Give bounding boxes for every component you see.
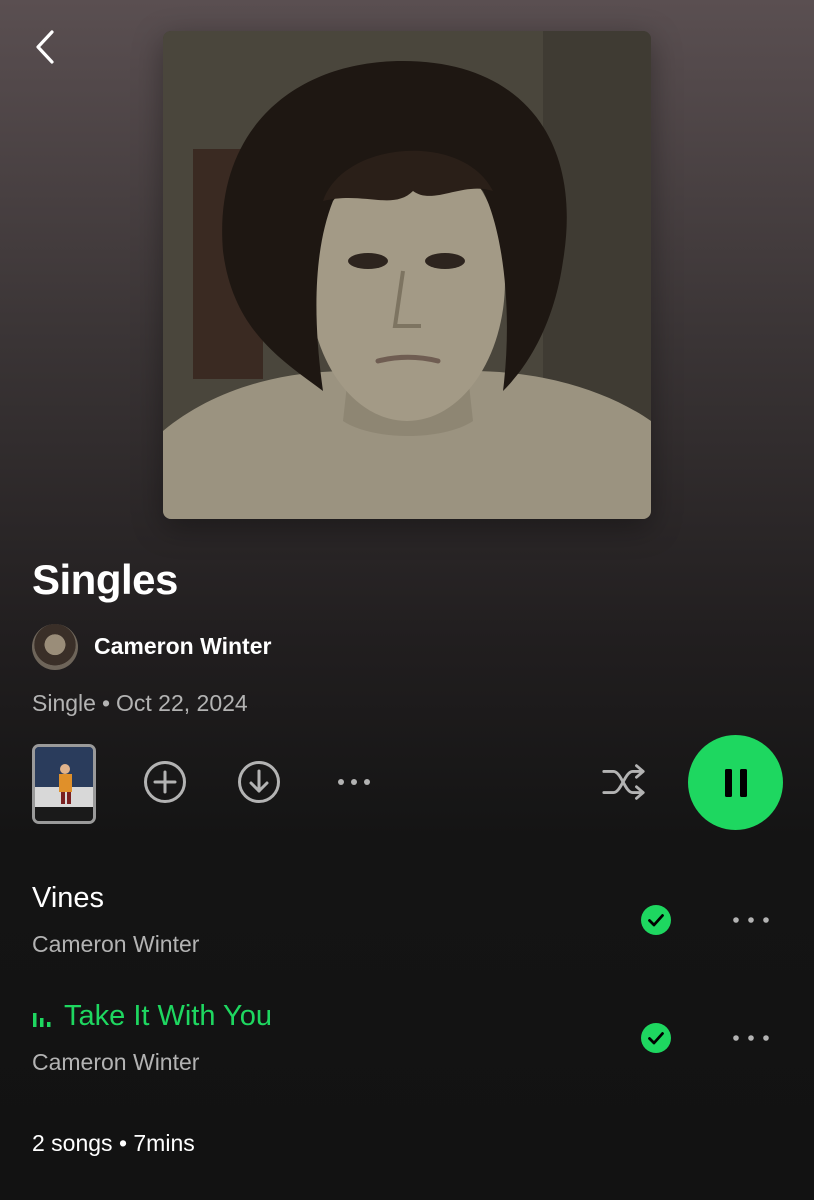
meta-separator: • (101, 690, 110, 716)
track-more-button[interactable] (728, 1018, 774, 1058)
downloaded-check-icon (641, 1023, 671, 1053)
track-artist: Cameron Winter (32, 931, 200, 957)
more-options-button[interactable] (330, 758, 378, 806)
track-title-playing: Take It With You (32, 1000, 272, 1033)
track-artist: Cameron Winter (32, 1049, 200, 1075)
artist-name[interactable]: Cameron Winter (94, 633, 271, 660)
preview-thumbnail[interactable] (32, 744, 96, 824)
downloaded-check-icon (641, 905, 671, 935)
album-title: Singles (32, 556, 178, 603)
track-more-button[interactable] (728, 900, 774, 940)
shuffle-icon (602, 764, 645, 800)
track-row[interactable]: Take It With You Cameron Winter (0, 988, 814, 1088)
album-meta: Single • Oct 22, 2024 (32, 690, 248, 717)
album-summary: 2 songs • 7mins (32, 1130, 195, 1156)
back-button[interactable] (26, 26, 66, 70)
pause-icon (724, 768, 747, 797)
now-playing-equalizer-icon (33, 1013, 51, 1028)
track-row[interactable]: Vines Cameron Winter (0, 870, 814, 970)
more-horizontal-icon (338, 779, 370, 785)
download-button[interactable] (235, 758, 283, 806)
pause-button[interactable] (688, 735, 783, 830)
album-cover-art (163, 31, 651, 519)
shuffle-button[interactable] (600, 758, 648, 806)
download-circle-icon (238, 761, 280, 803)
track-title: Take It With You (64, 1000, 272, 1032)
track-title: Vines (32, 882, 105, 914)
preview-image (35, 747, 93, 821)
add-circle-icon (144, 761, 186, 803)
release-date: Oct 22, 2024 (116, 690, 248, 716)
add-to-library-button[interactable] (141, 758, 189, 806)
release-type: Single (32, 690, 96, 716)
more-horizontal-icon (733, 1035, 769, 1041)
artist-avatar[interactable] (32, 624, 78, 670)
more-horizontal-icon (733, 917, 769, 923)
chevron-left-icon (36, 30, 54, 64)
